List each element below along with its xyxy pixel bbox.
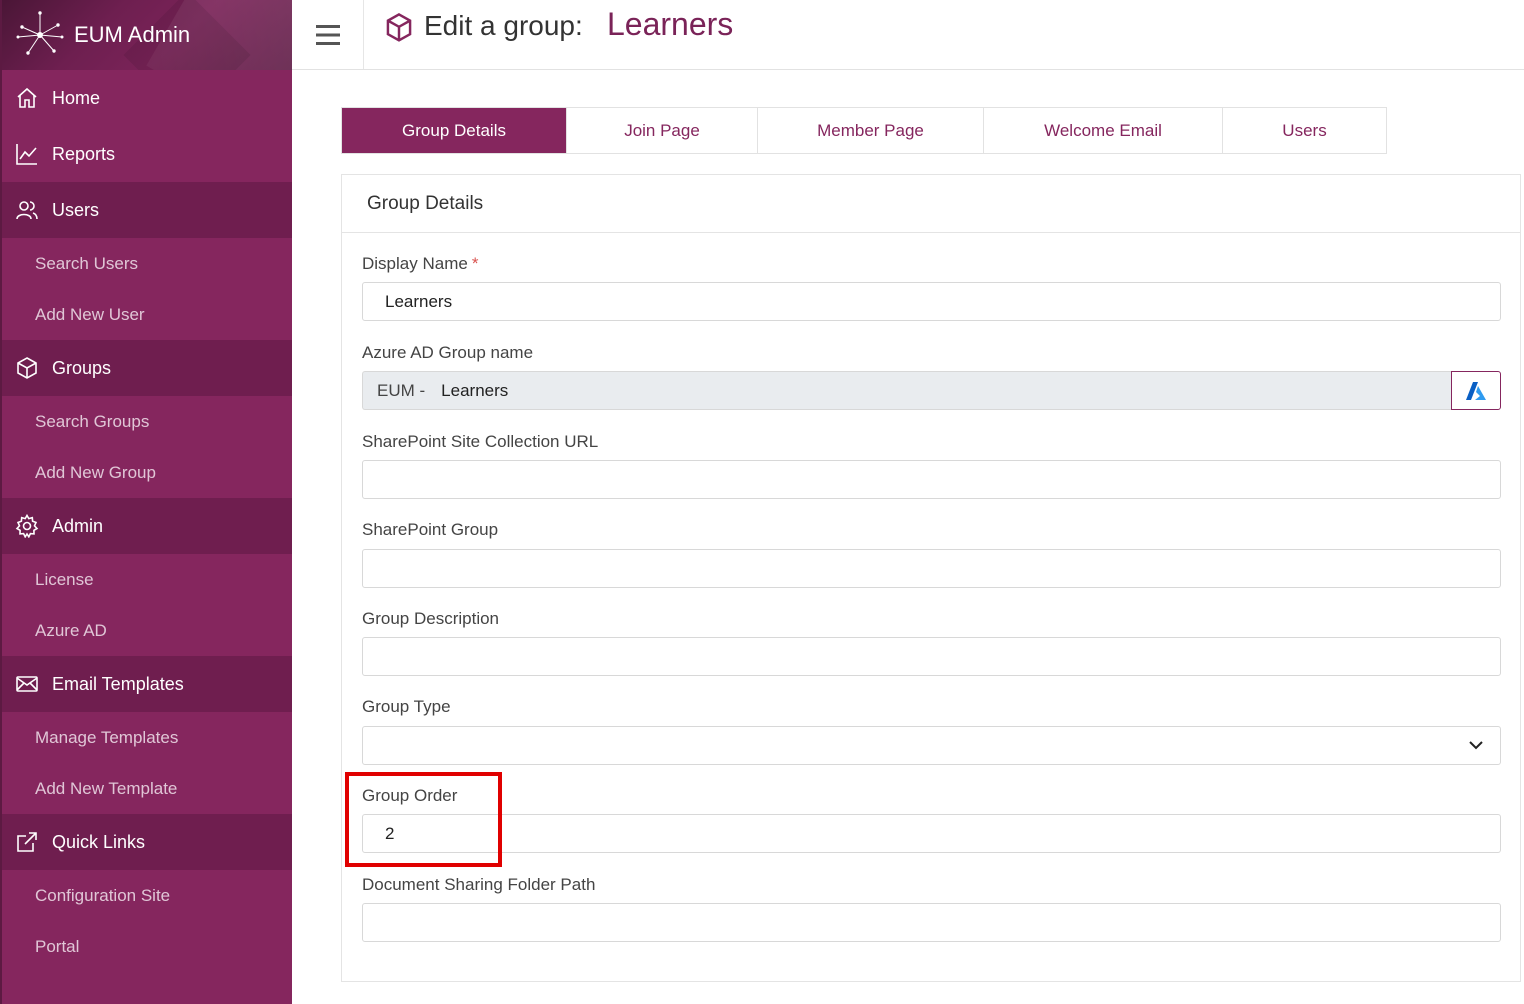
cube-icon bbox=[14, 355, 40, 381]
chevron-down-icon bbox=[1469, 741, 1483, 750]
tab-welcome-email[interactable]: Welcome Email bbox=[984, 108, 1223, 153]
tab-join-page[interactable]: Join Page bbox=[567, 108, 758, 153]
sidebar-item-label: Quick Links bbox=[52, 831, 146, 852]
tab-member-page[interactable]: Member Page bbox=[758, 108, 984, 153]
display-name-label-text: Display Name bbox=[362, 254, 468, 273]
brand-header[interactable]: EUM Admin bbox=[2, 0, 292, 70]
sidebar-item-home[interactable]: Home bbox=[2, 70, 292, 126]
sidebar-item-email-templates[interactable]: Email Templates bbox=[2, 656, 292, 712]
azure-group-field: EUM - Learners bbox=[362, 371, 1501, 410]
app-title: EUM Admin bbox=[74, 22, 191, 47]
doc-folder-label: Document Sharing Folder Path bbox=[362, 875, 596, 894]
display-name-label: Display Name * bbox=[362, 254, 478, 274]
sidebar-item-add-new-user[interactable]: Add New User bbox=[2, 289, 292, 340]
sidebar-subitem-label: Configuration Site bbox=[35, 885, 171, 905]
sidebar-subitem-label: Add New User bbox=[35, 304, 145, 324]
card-title: Group Details bbox=[342, 175, 1520, 233]
sidebar-subitem-label: Search Groups bbox=[35, 411, 150, 431]
group-order-input[interactable]: 2 bbox=[362, 814, 1501, 853]
azure-group-readonly-input: EUM - Learners bbox=[362, 371, 1452, 410]
azure-lookup-button[interactable] bbox=[1451, 371, 1501, 410]
sidebar-subitem-label: Search Users bbox=[35, 253, 138, 273]
display-name-input[interactable]: Learners bbox=[362, 282, 1501, 321]
gear-icon bbox=[14, 513, 40, 539]
sharepoint-group-label: SharePoint Group bbox=[362, 520, 499, 539]
sidebar-item-configuration-site[interactable]: Configuration Site bbox=[2, 870, 292, 921]
sharepoint-group-input[interactable] bbox=[362, 549, 1501, 588]
sharepoint-url-label: SharePoint Site Collection URL bbox=[362, 432, 599, 451]
sidebar-item-quick-links[interactable]: Quick Links bbox=[2, 814, 292, 870]
sidebar-item-groups[interactable]: Groups bbox=[2, 340, 292, 396]
sidebar-item-manage-templates[interactable]: Manage Templates bbox=[2, 712, 292, 763]
sidebar-item-label: Home bbox=[52, 87, 101, 108]
chart-line-icon bbox=[14, 141, 40, 167]
sidebar-item-search-users[interactable]: Search Users bbox=[2, 238, 292, 289]
external-link-icon bbox=[14, 829, 40, 855]
tab-group-details[interactable]: Group Details bbox=[342, 108, 567, 153]
sidebar-item-label: Groups bbox=[52, 357, 112, 378]
group-type-select[interactable] bbox=[362, 726, 1501, 765]
hamburger-menu-button[interactable] bbox=[292, 0, 364, 69]
sidebar: EUM Admin Home Reports Users Search User… bbox=[0, 0, 292, 1004]
envelope-icon bbox=[14, 671, 40, 697]
display-name-value: Learners bbox=[385, 291, 453, 311]
page-heading: Edit a group: bbox=[424, 10, 583, 41]
home-icon bbox=[14, 85, 40, 111]
azure-logo-icon bbox=[1466, 381, 1487, 400]
page-group-name: Learners bbox=[607, 6, 734, 42]
sidebar-subitem-label: Manage Templates bbox=[35, 727, 179, 747]
top-header: Edit a group: Learners bbox=[292, 0, 1524, 70]
group-description-label: Group Description bbox=[362, 609, 500, 628]
sidebar-item-reports[interactable]: Reports bbox=[2, 126, 292, 182]
azure-group-prefix: EUM - bbox=[377, 380, 426, 400]
sidebar-item-admin[interactable]: Admin bbox=[2, 498, 292, 554]
sidebar-item-label: Users bbox=[52, 199, 100, 220]
sidebar-item-license[interactable]: License bbox=[2, 554, 292, 605]
sidebar-subitem-label: Add New Group bbox=[35, 462, 156, 482]
required-marker: * bbox=[471, 254, 479, 273]
sidebar-subitem-label: Portal bbox=[35, 936, 80, 956]
sidebar-subitem-label: Add New Template bbox=[35, 778, 178, 798]
sidebar-item-label: Reports bbox=[52, 143, 116, 164]
sidebar-subitem-label: Azure AD bbox=[35, 620, 107, 640]
tab-bar: Group Details Join Page Member Page Welc… bbox=[341, 107, 1387, 154]
cube-icon bbox=[386, 13, 412, 42]
sidebar-subitem-label: License bbox=[35, 569, 94, 589]
group-details-card: Group Details Display Name * Learners Azu… bbox=[341, 174, 1521, 982]
sidebar-item-label: Email Templates bbox=[52, 673, 184, 694]
constellation-logo-icon bbox=[16, 11, 64, 55]
sidebar-item-search-groups[interactable]: Search Groups bbox=[2, 396, 292, 447]
users-icon bbox=[14, 197, 40, 223]
sidebar-item-azure-ad[interactable]: Azure AD bbox=[2, 605, 292, 656]
sidebar-item-users[interactable]: Users bbox=[2, 182, 292, 238]
azure-group-value: Learners bbox=[441, 380, 509, 400]
azure-group-label: Azure AD Group name bbox=[362, 343, 534, 362]
sidebar-item-portal[interactable]: Portal bbox=[2, 921, 292, 972]
hamburger-icon bbox=[315, 24, 340, 45]
group-type-label: Group Type bbox=[362, 697, 451, 716]
sidebar-item-add-new-group[interactable]: Add New Group bbox=[2, 447, 292, 498]
doc-folder-input[interactable] bbox=[362, 903, 1501, 942]
sharepoint-url-input[interactable] bbox=[362, 460, 1501, 499]
group-description-input[interactable] bbox=[362, 637, 1501, 676]
tab-users[interactable]: Users bbox=[1223, 108, 1386, 153]
sidebar-item-add-new-template[interactable]: Add New Template bbox=[2, 763, 292, 814]
sidebar-item-label: Admin bbox=[52, 515, 104, 536]
highlight-box bbox=[345, 772, 502, 867]
